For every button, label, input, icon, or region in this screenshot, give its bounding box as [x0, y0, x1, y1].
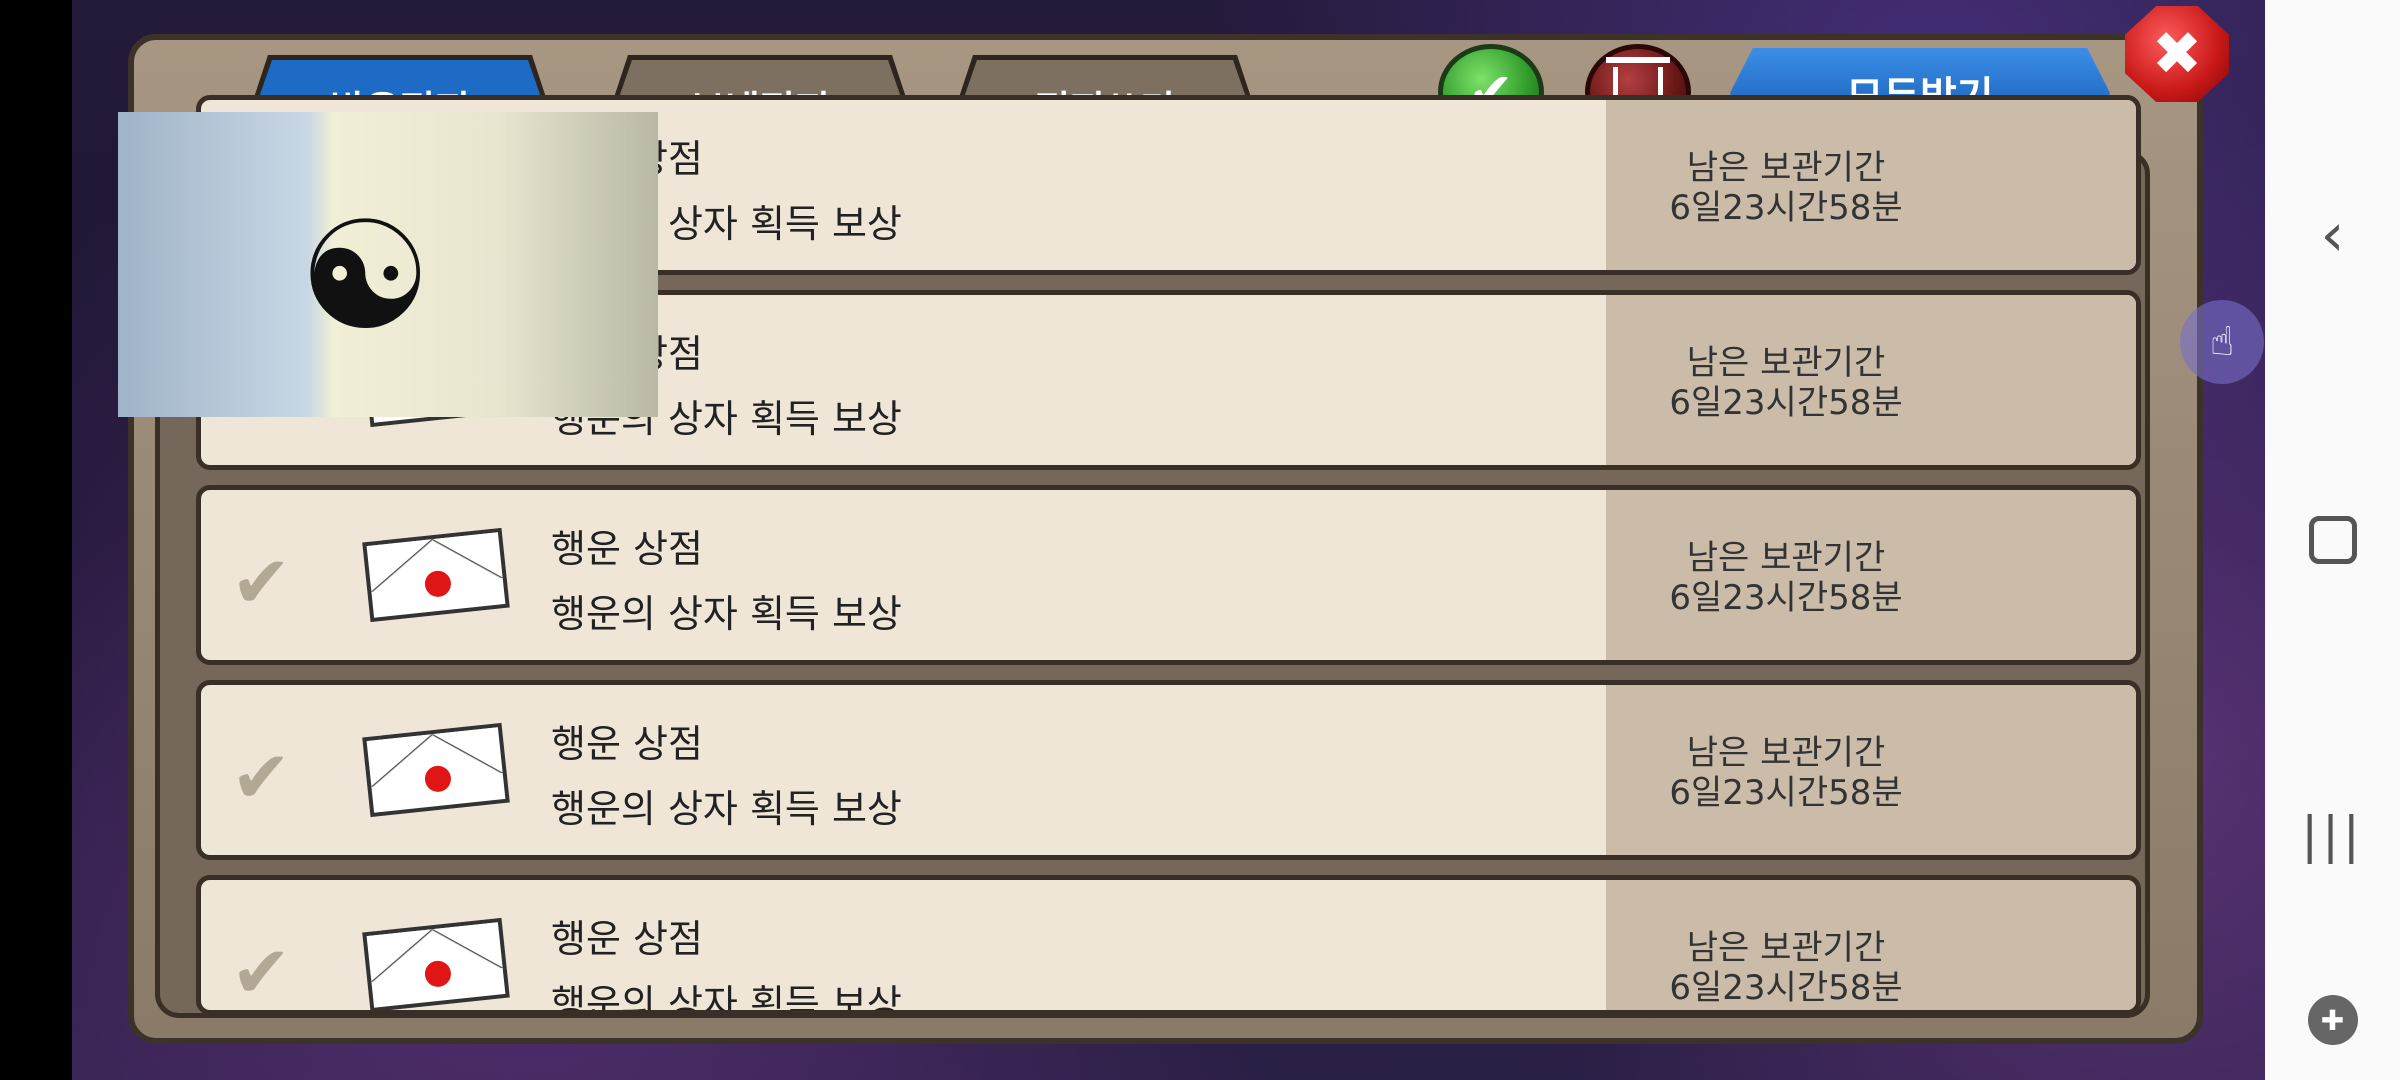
game-tools-button[interactable]: ✚ [2265, 990, 2400, 1050]
remain-value: 6일23시간58분 [1669, 383, 1903, 423]
picture-in-picture-overlay[interactable]: ☯ [118, 112, 658, 417]
remain-box: 남은 보관기간 6일23시간58분 🏅 [1606, 880, 2136, 1010]
mail-description: 행운의 상자 획득 보상 [551, 592, 902, 636]
mail-row[interactable]: ✔ 행운 상점 행운의 상자 획득 보상 남은 보관기간 6일23시간58분 ⚗ [196, 680, 2141, 860]
remain-value: 6일23시간58분 [1669, 773, 1903, 813]
back-button[interactable]: ‹ [2265, 200, 2400, 270]
remain-value: 6일23시간58분 [1669, 968, 1903, 1008]
remain-box: 남은 보관기간 6일23시간58분 ⚗ [1606, 685, 2136, 855]
remain-box: 남은 보관기간 6일23시간58분 💎 [1606, 100, 2136, 270]
remain-box: 남은 보관기간 6일23시간58분 🛡 [1606, 295, 2136, 465]
character-silhouette-icon: ☯ [298, 190, 433, 364]
remain-value: 6일23시간58분 [1669, 578, 1903, 618]
mail-description: 행운의 상자 획득 보상 [551, 787, 902, 831]
home-button[interactable] [2265, 505, 2400, 575]
navigation-bar: ‹ ||| ✚ [2265, 0, 2400, 1080]
mail-title: 행운 상점 [551, 917, 703, 961]
remain-box: 남은 보관기간 6일23시간58분 ⚗ [1606, 490, 2136, 660]
close-button[interactable]: ✖ [2125, 6, 2229, 102]
mail-title: 행운 상점 [551, 527, 703, 571]
close-icon: ✖ [2151, 19, 2203, 89]
mail-description: 행운의 상자 획득 보상 [551, 982, 902, 1015]
row-check-icon[interactable]: ✔ [231, 930, 291, 1010]
gamepad-icon: ✚ [2307, 995, 2358, 1045]
home-icon [2308, 516, 2357, 564]
remain-value: 6일23시간58분 [1669, 188, 1903, 228]
mail-title: 행운 상점 [551, 722, 703, 766]
mail-row[interactable]: ✔ 행운 상점 행운의 상자 획득 보상 남은 보관기간 6일23시간58분 🏅 [196, 875, 2141, 1015]
recent-apps-button[interactable]: ||| [2265, 800, 2400, 870]
row-check-icon[interactable]: ✔ [231, 540, 291, 624]
floating-touch-icon[interactable]: ☝ [2180, 300, 2264, 384]
envelope-icon [362, 527, 510, 623]
envelope-icon [362, 722, 510, 818]
envelope-icon [362, 917, 510, 1010]
row-check-icon[interactable]: ✔ [231, 735, 291, 819]
mail-row[interactable]: ✔ 행운 상점 행운의 상자 획득 보상 남은 보관기간 6일23시간58분 ⚗ [196, 485, 2141, 665]
